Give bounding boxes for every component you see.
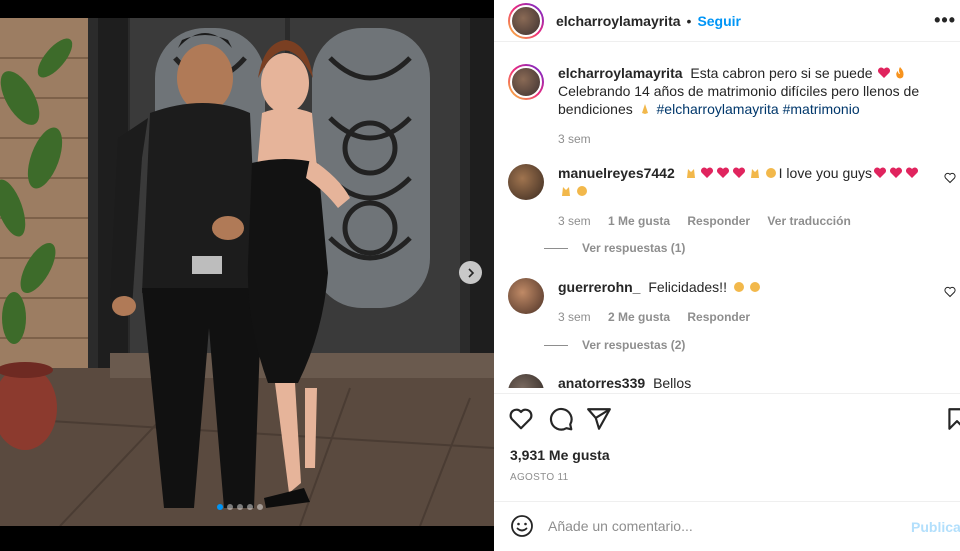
- red-heart-emoji-icon: [716, 167, 729, 178]
- comment-input[interactable]: [548, 514, 888, 538]
- action-bar: [508, 406, 960, 432]
- comment-username[interactable]: anatorres339: [558, 375, 645, 388]
- red-heart-emoji-icon: [874, 167, 887, 178]
- bookmark-icon[interactable]: [944, 406, 960, 432]
- reply-button[interactable]: Responder: [687, 310, 750, 324]
- emoji-picker-icon[interactable]: [510, 514, 534, 538]
- reply-button[interactable]: Responder: [687, 214, 750, 228]
- post-date[interactable]: AGOSTO 11: [510, 472, 568, 483]
- red-heart-emoji-icon: [890, 167, 903, 178]
- red-heart-emoji-icon: [732, 167, 745, 178]
- comment-text: Bellos: [653, 375, 692, 388]
- comment-like-count[interactable]: 2 Me gusta: [608, 310, 670, 324]
- publish-button[interactable]: Publicar: [911, 519, 960, 535]
- comment-icon[interactable]: [548, 406, 574, 432]
- comment-like-heart-icon[interactable]: [944, 172, 956, 184]
- carousel-dot: [237, 504, 243, 510]
- fire-emoji-icon: [896, 67, 905, 79]
- comment-item: guerrerohn_ Felicidades!! 3 sem 2 Me gus…: [508, 278, 956, 326]
- clapping-hands-emoji-icon: [749, 282, 760, 292]
- raising-hands-emoji-icon: [686, 169, 695, 178]
- commenter-avatar[interactable]: [508, 164, 544, 200]
- comment-like-heart-icon[interactable]: [944, 286, 956, 298]
- post-caption: elcharroylamayrita Esta cabron pero si s…: [508, 64, 948, 148]
- comment-timestamp[interactable]: 3 sem: [558, 214, 591, 228]
- translate-button[interactable]: Ver traducción: [767, 214, 850, 228]
- author-username[interactable]: elcharroylamayrita: [556, 13, 681, 29]
- comment-username[interactable]: guerrerohn_: [558, 279, 640, 295]
- commenter-avatar[interactable]: [508, 278, 544, 314]
- caption-avatar[interactable]: [508, 64, 544, 100]
- carousel-dot: [217, 504, 223, 510]
- caption-timestamp[interactable]: 3 sem: [558, 132, 591, 146]
- red-heart-emoji-icon: [878, 67, 891, 78]
- share-icon[interactable]: [586, 406, 612, 432]
- author-avatar[interactable]: [508, 2, 544, 39]
- divider: [494, 393, 960, 394]
- carousel-dot: [227, 504, 233, 510]
- view-replies-button[interactable]: Ver respuestas (1): [544, 241, 685, 255]
- carousel-dot: [247, 504, 253, 510]
- caption-text: Esta cabron pero si se puede: [690, 65, 873, 81]
- caption-username[interactable]: elcharroylamayrita: [558, 65, 683, 81]
- comment-username[interactable]: manuelreyes7442: [558, 165, 675, 181]
- more-options-button[interactable]: •••: [934, 10, 956, 31]
- raising-hands-emoji-icon: [562, 187, 570, 196]
- follow-button[interactable]: Seguir: [697, 13, 741, 29]
- raising-hands-emoji-icon: [750, 169, 759, 178]
- red-heart-emoji-icon: [906, 167, 919, 178]
- commenter-avatar[interactable]: [508, 374, 544, 388]
- view-replies-label: Ver respuestas (2): [582, 338, 686, 352]
- clapping-hands-emoji-icon: [577, 186, 587, 196]
- comment-item: manuelreyes7442 I love you guys 3 sem 1 …: [508, 164, 956, 230]
- chevron-right-icon: [467, 267, 474, 278]
- red-heart-emoji-icon: [700, 167, 713, 178]
- post-side-panel: elcharroylamayrita • Seguir ••• elcharro…: [494, 0, 960, 551]
- comment-text: Felicidades!!: [648, 279, 727, 295]
- like-heart-icon[interactable]: [508, 406, 534, 432]
- carousel-next-button[interactable]: [459, 261, 482, 284]
- post-photo[interactable]: [0, 18, 494, 526]
- clapping-hands-emoji-icon: [765, 168, 776, 178]
- comment-text: I love you guys: [778, 165, 873, 181]
- comments-list[interactable]: elcharroylamayrita Esta cabron pero si s…: [494, 52, 960, 388]
- comment-timestamp[interactable]: 3 sem: [558, 310, 591, 324]
- view-replies-label: Ver respuestas (1): [582, 241, 686, 255]
- folded-hands-emoji-icon: [641, 104, 648, 114]
- carousel-dot: [257, 504, 263, 510]
- post-header: elcharroylamayrita • Seguir •••: [494, 0, 960, 42]
- view-replies-button[interactable]: Ver respuestas (2): [544, 338, 685, 352]
- hashtag-link[interactable]: #matrimonio: [783, 101, 860, 117]
- hashtag-link[interactable]: #elcharroylamayrita: [657, 101, 779, 117]
- like-count[interactable]: 3,931 Me gusta: [510, 447, 610, 463]
- comment-composer: Publicar: [494, 502, 960, 551]
- header-separator: •: [686, 12, 692, 29]
- comment-like-count[interactable]: 1 Me gusta: [608, 214, 670, 228]
- comment-item: anatorres339 Bellos: [508, 374, 948, 388]
- carousel-indicators: [217, 504, 263, 510]
- clapping-hands-emoji-icon: [733, 282, 744, 292]
- post-media-pane: [0, 0, 494, 551]
